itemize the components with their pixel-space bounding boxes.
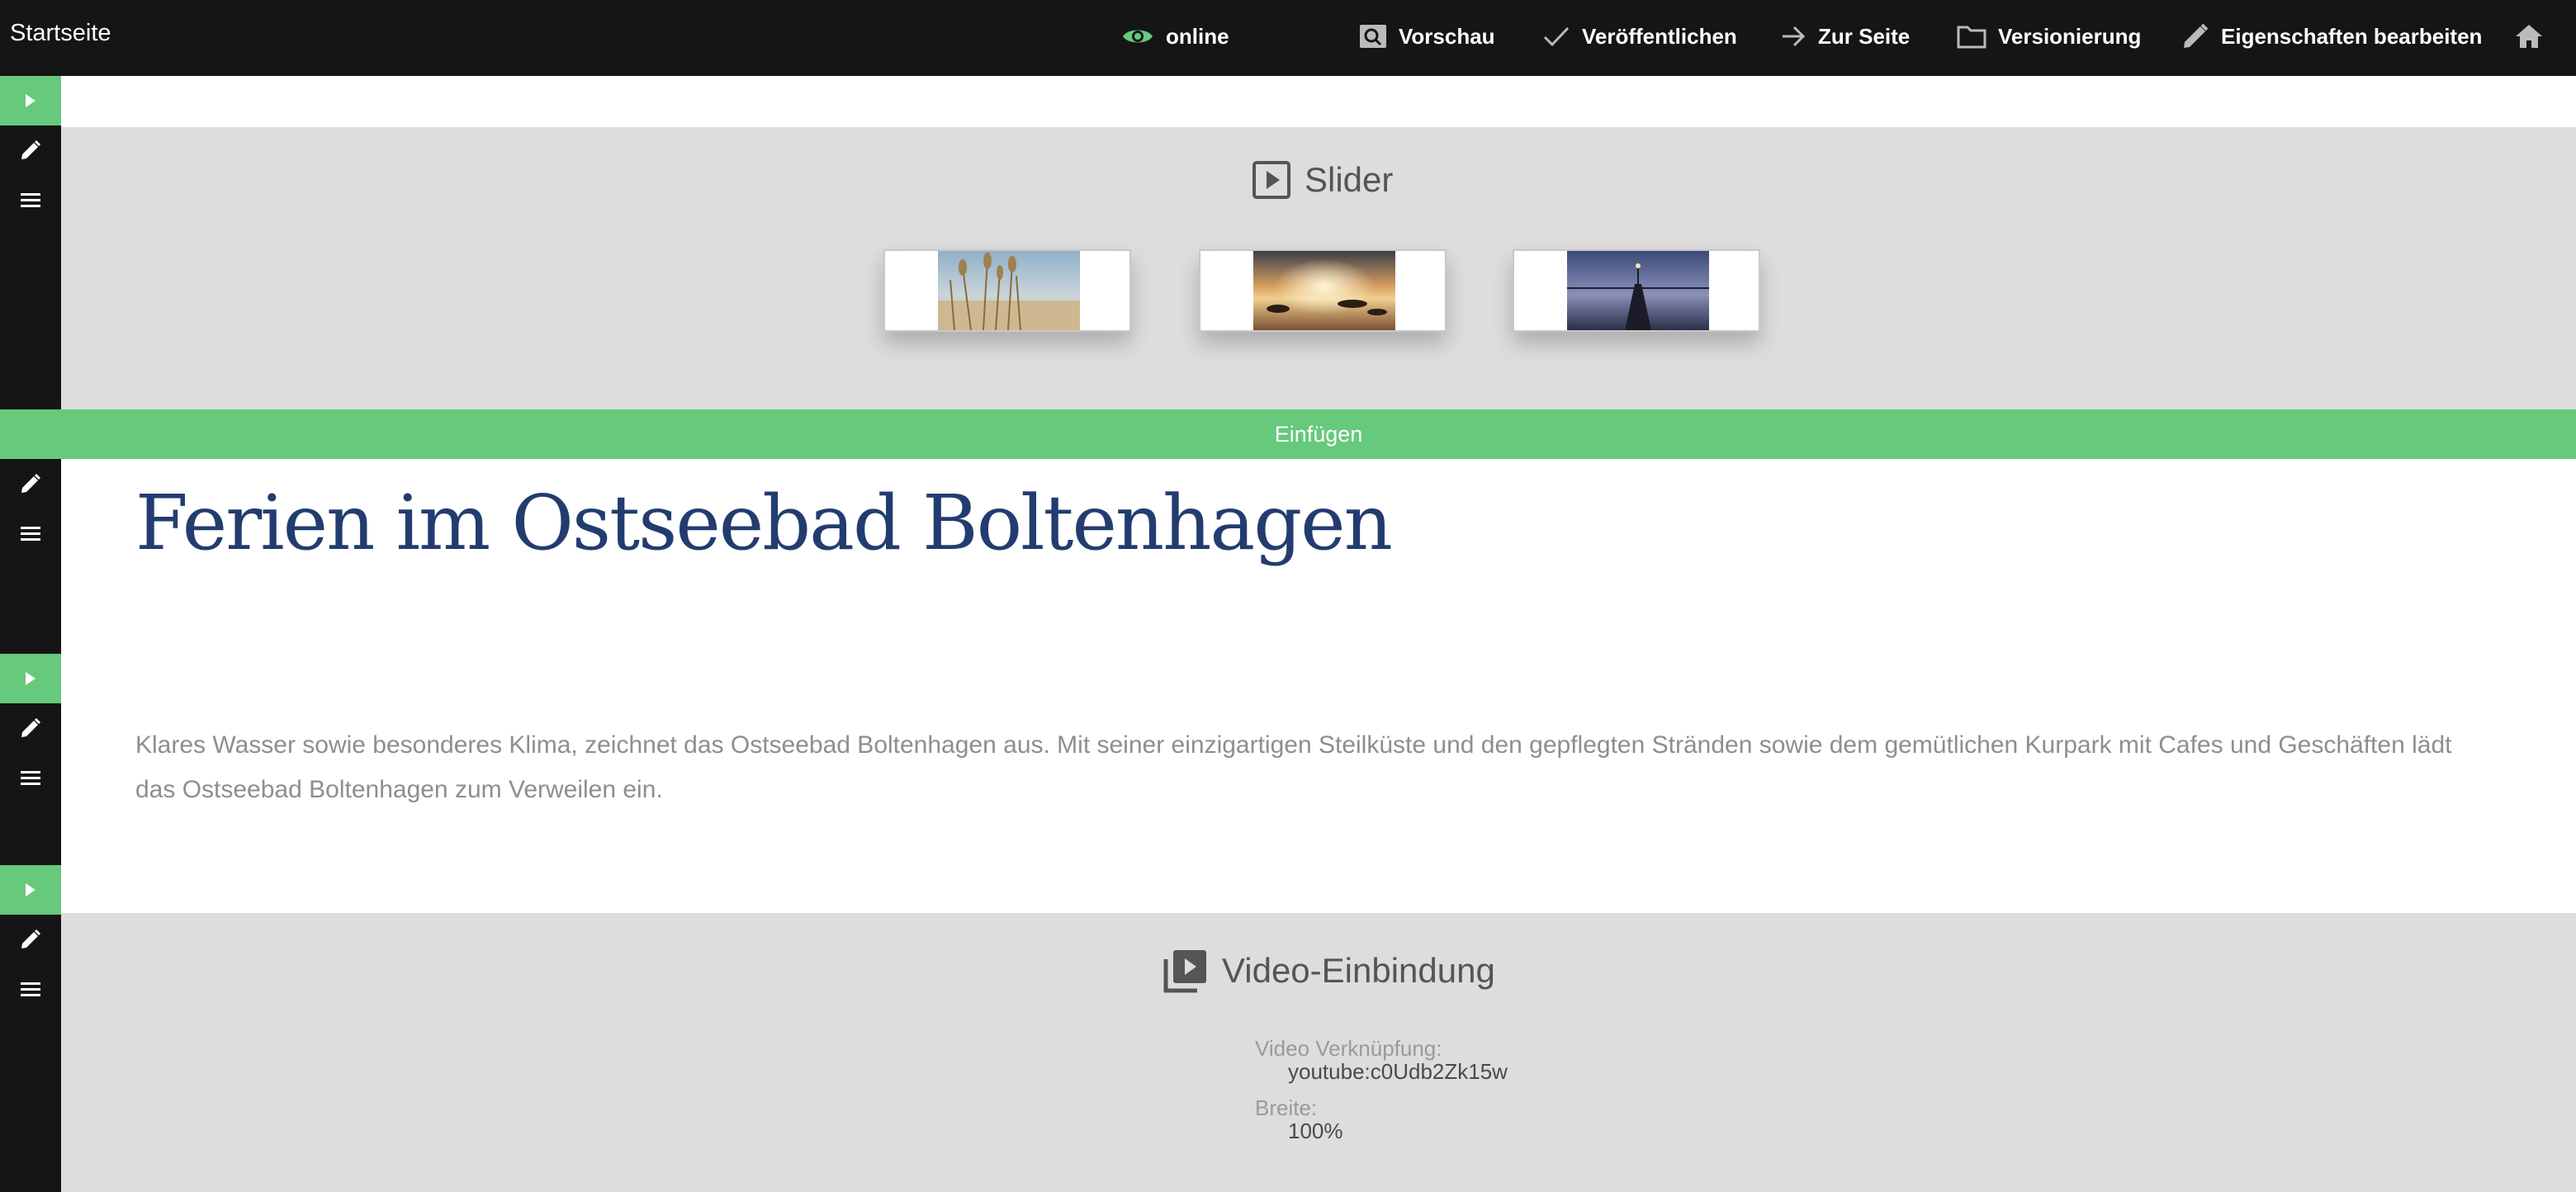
folder-icon <box>1957 26 1986 49</box>
page-headline[interactable]: Ferien im Ostseebad Boltenhagen <box>135 479 1393 567</box>
sunset-beach-image <box>1253 251 1395 330</box>
pencil-icon <box>21 717 41 737</box>
block-menu-button[interactable] <box>0 753 61 802</box>
play-arrow-icon <box>26 94 36 107</box>
arrow-right-icon <box>1783 26 1806 47</box>
video-embed-block[interactable]: Video-Einbindung Video Verknüpfung: yout… <box>61 913 2576 1192</box>
block-menu-button[interactable] <box>0 508 61 558</box>
block-toggle-button[interactable] <box>0 865 61 915</box>
intro-paragraph[interactable]: Klares Wasser sowie besonderes Klima, ze… <box>135 723 2480 812</box>
video-width-label: Breite: <box>1255 1095 1318 1120</box>
video-link-value: youtube:c0Udb2Zk15w <box>1288 1059 1508 1084</box>
pencil-icon <box>2184 23 2209 48</box>
reeds-beach-image <box>938 251 1080 330</box>
eye-icon <box>1123 30 1153 43</box>
block-toggle-button[interactable] <box>0 76 61 125</box>
pencil-icon <box>21 929 41 948</box>
checkmark-icon <box>1543 26 1570 47</box>
block-edit-button[interactable] <box>0 459 61 508</box>
video-width-field: Breite: 100% <box>1255 1096 1343 1142</box>
video-heading: Video-Einbindung <box>1163 948 1495 994</box>
block-edit-button[interactable] <box>0 125 61 175</box>
pier-dusk-image <box>1567 251 1709 330</box>
slider-heading: Slider <box>1252 160 1393 200</box>
video-library-icon <box>1163 950 1206 993</box>
home-button[interactable] <box>2515 18 2555 54</box>
block-menu-button[interactable] <box>0 175 61 225</box>
edit-properties-label: Eigenschaften bearbeiten <box>2221 23 2483 49</box>
block-menu-button[interactable] <box>0 964 61 1014</box>
preview-icon <box>1360 25 1386 48</box>
edit-properties-button[interactable]: Eigenschaften bearbeiten <box>2181 18 2482 54</box>
video-heading-text: Video-Einbindung <box>1222 951 1495 990</box>
menu-icon <box>21 527 40 541</box>
play-arrow-icon <box>26 883 36 896</box>
slider-thumbnail[interactable] <box>883 249 1131 332</box>
preview-button[interactable]: Vorschau <box>1359 18 1495 54</box>
block-edit-button[interactable] <box>0 915 61 964</box>
status-indicator[interactable]: online <box>1121 18 1229 54</box>
insert-label: Einfügen <box>1274 421 1363 447</box>
status-label: online <box>1166 23 1229 49</box>
video-link-field: Video Verknüpfung: youtube:c0Udb2Zk15w <box>1255 1037 1508 1083</box>
video-link-label: Video Verknüpfung: <box>1255 1036 1442 1061</box>
goto-page-button[interactable]: Zur Seite <box>1780 18 1910 54</box>
publish-label: Veröffentlichen <box>1582 23 1737 49</box>
menu-icon <box>21 771 40 785</box>
slider-thumbnail[interactable] <box>1513 249 1760 332</box>
left-tool-rail <box>0 76 61 1192</box>
slider-thumbnail[interactable] <box>1199 249 1447 332</box>
pencil-icon <box>21 473 41 493</box>
block-edit-button[interactable] <box>0 703 61 753</box>
preview-label: Vorschau <box>1399 23 1495 49</box>
slider-heading-text: Slider <box>1305 160 1394 199</box>
versioning-button[interactable]: Versionierung <box>1957 18 2141 54</box>
page-title: Startseite <box>10 20 111 46</box>
top-toolbar: Startseite online Vorschau Veröffentlich… <box>0 0 2576 76</box>
play-arrow-icon <box>26 672 36 685</box>
pencil-icon <box>21 140 41 159</box>
publish-button[interactable]: Veröffentlichen <box>1542 18 1737 54</box>
menu-icon <box>21 193 40 207</box>
home-icon <box>2516 25 2542 48</box>
versioning-label: Versionierung <box>1998 23 2142 49</box>
block-toggle-button[interactable] <box>0 654 61 703</box>
video-width-value: 100% <box>1288 1119 1343 1143</box>
insert-button[interactable]: Einfügen <box>0 409 2576 459</box>
menu-icon <box>21 982 40 996</box>
goto-page-label: Zur Seite <box>1818 23 1911 49</box>
play-box-icon <box>1252 161 1290 199</box>
slider-block[interactable]: Slider <box>61 127 2576 409</box>
